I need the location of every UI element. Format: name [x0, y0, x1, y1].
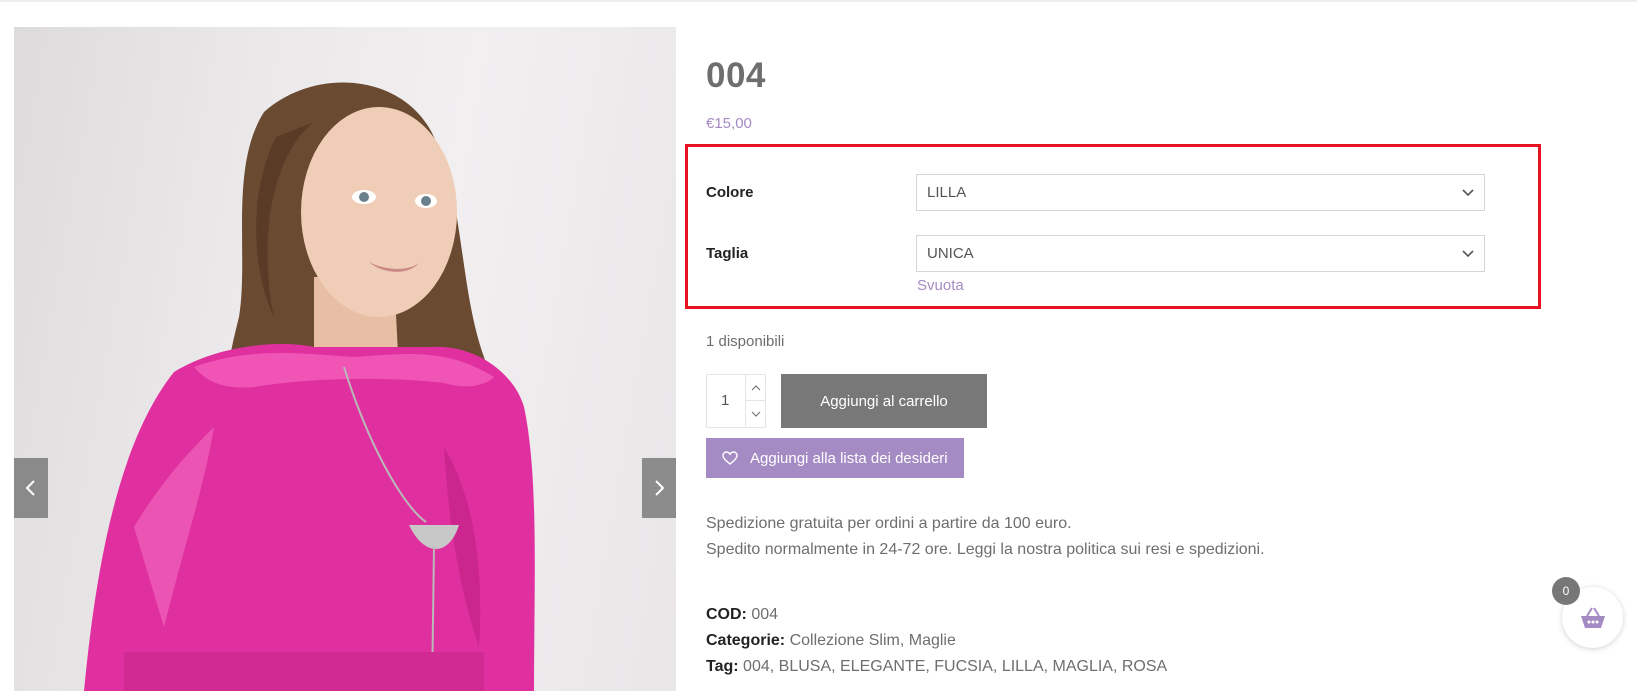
chevron-down-icon: [1462, 188, 1474, 196]
product-price: €15,00: [706, 115, 752, 132]
chevron-down-icon: [751, 411, 761, 417]
variations-highlight-box: [685, 144, 1541, 309]
categories-label: Categorie:: [706, 632, 786, 649]
header-divider: [0, 0, 1637, 2]
sku-label: COD:: [706, 606, 747, 623]
chevron-up-icon: [751, 384, 761, 390]
model-photo: [84, 82, 535, 691]
tag-link[interactable]: ROSA: [1122, 658, 1167, 675]
add-to-cart-button[interactable]: Aggiungi al carrello: [781, 374, 987, 428]
quantity-stepper[interactable]: 1: [706, 374, 766, 428]
chevron-right-icon: [655, 480, 665, 496]
tag-link[interactable]: FUCSIA: [934, 658, 993, 675]
tag-link[interactable]: ELEGANTE: [840, 658, 925, 675]
category-link[interactable]: Collezione Slim: [790, 632, 900, 649]
chevron-down-icon: [1462, 249, 1474, 257]
product-image[interactable]: [14, 27, 676, 691]
tag-link[interactable]: 004: [743, 658, 770, 675]
gallery-next-button[interactable]: [642, 458, 676, 518]
reset-variations-link[interactable]: Svuota: [917, 277, 964, 294]
color-select-value: LILLA: [927, 184, 967, 201]
color-select[interactable]: LILLA: [916, 174, 1485, 211]
tag-link[interactable]: LILLA: [1002, 658, 1044, 675]
size-label: Taglia: [706, 245, 749, 262]
cart-count-badge: 0: [1552, 577, 1580, 605]
gallery-prev-button[interactable]: [14, 458, 48, 518]
color-label: Colore: [706, 184, 754, 201]
shipping-line-2: Spedito normalmente in 24-72 ore. Leggi …: [706, 541, 1265, 558]
tags-label: Tag:: [706, 658, 739, 675]
quantity-input[interactable]: 1: [721, 392, 729, 409]
size-select[interactable]: UNICA: [916, 235, 1485, 272]
sku-line: COD: 004: [706, 602, 1167, 628]
tags-line: Tag: 004, BLUSA, ELEGANTE, FUCSIA, LILLA…: [706, 658, 1168, 675]
category-link[interactable]: Maglie: [909, 632, 956, 649]
product-title: 004: [706, 56, 766, 95]
product-meta: COD: 004 Categorie: Collezione Slim, Mag…: [706, 602, 1167, 680]
basket-icon: [1580, 606, 1605, 628]
shipping-description: Spedizione gratuita per ordini a partire…: [706, 511, 1265, 563]
wishlist-label: Aggiungi alla lista dei desideri: [750, 449, 948, 467]
sku-value: 004: [751, 606, 779, 623]
add-to-wishlist-button[interactable]: Aggiungi alla lista dei desideri: [706, 438, 964, 478]
tag-link[interactable]: BLUSA: [779, 658, 831, 675]
chevron-left-icon: [25, 480, 35, 496]
stock-status: 1 disponibili: [706, 333, 785, 350]
tag-link[interactable]: MAGLIA: [1053, 658, 1113, 675]
shipping-line-1: Spedizione gratuita per ordini a partire…: [706, 515, 1072, 532]
size-select-value: UNICA: [927, 245, 974, 262]
quantity-increase-button[interactable]: [745, 375, 766, 401]
categories-line: Categorie: Collezione Slim, Maglie: [706, 632, 956, 649]
quantity-decrease-button[interactable]: [745, 401, 766, 427]
heart-icon: [722, 451, 738, 465]
